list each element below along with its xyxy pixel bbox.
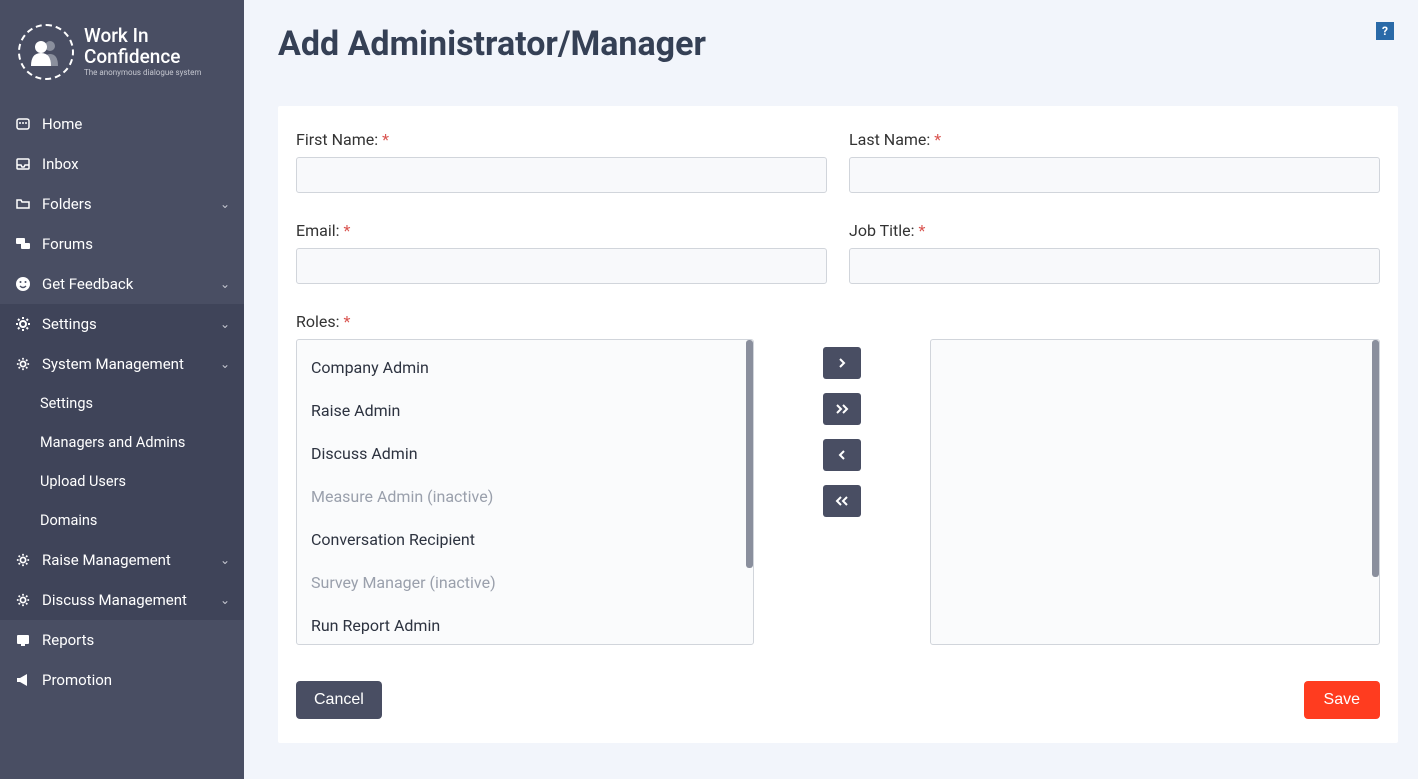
sidebar-item-label: Upload Users xyxy=(40,473,230,490)
job-title-input[interactable] xyxy=(849,248,1380,284)
logo-title-line2: Confidence xyxy=(84,47,201,68)
chevron-down-icon: ⌄ xyxy=(220,317,230,331)
role-item[interactable]: Measure Admin (inactive) xyxy=(297,475,753,518)
scrollbar[interactable] xyxy=(746,340,753,568)
sidebar-item-label: Home xyxy=(42,115,230,133)
sidebar-item-folders[interactable]: Folders ⌄ xyxy=(0,184,244,224)
sidebar-item-label: Get Feedback xyxy=(42,275,210,293)
main-content: ? Add Administrator/Manager First Name: … xyxy=(244,0,1418,779)
sidebar-item-raise-management[interactable]: Raise Management ⌄ xyxy=(0,540,244,580)
sidebar-item-label: Managers and Admins xyxy=(40,434,230,451)
logo-icon xyxy=(18,24,74,80)
sidebar-item-discuss-management[interactable]: Discuss Management ⌄ xyxy=(0,580,244,620)
role-item[interactable]: Survey Manager (inactive) xyxy=(297,561,753,604)
role-item[interactable]: Conversation Recipient xyxy=(297,518,753,561)
sidebar-item-get-feedback[interactable]: Get Feedback ⌄ xyxy=(0,264,244,304)
job-title-label: Job Title: * xyxy=(849,221,1380,240)
last-name-input[interactable] xyxy=(849,157,1380,193)
sidebar-item-settings[interactable]: Settings ⌄ xyxy=(0,304,244,344)
roles-label: Roles: * xyxy=(296,312,1380,331)
gear-icon xyxy=(14,551,32,569)
chevron-down-icon: ⌄ xyxy=(220,197,230,211)
sidebar-item-inbox[interactable]: Inbox xyxy=(0,144,244,184)
sidebar-item-label: Reports xyxy=(42,631,230,649)
move-all-right-button[interactable] xyxy=(823,393,861,425)
first-name-label: First Name: * xyxy=(296,130,827,149)
roles-available-listbox[interactable]: Company AdminRaise AdminDiscuss AdminMea… xyxy=(296,339,754,645)
chevron-down-icon: ⌄ xyxy=(220,357,230,371)
sidebar-item-label: System Management xyxy=(42,355,210,373)
cancel-button[interactable]: Cancel xyxy=(296,681,382,719)
logo-text: Work In Confidence The anonymous dialogu… xyxy=(84,26,201,79)
chevron-down-icon: ⌄ xyxy=(220,277,230,291)
inbox-icon xyxy=(14,155,32,173)
role-item[interactable]: Raise Admin xyxy=(297,389,753,432)
chevron-down-icon: ⌄ xyxy=(220,593,230,607)
sidebar-item-label: Raise Management xyxy=(42,551,210,569)
smile-icon xyxy=(14,275,32,293)
sidebar-item-promotion[interactable]: Promotion xyxy=(0,660,244,700)
sidebar-item-settings-sub[interactable]: Settings xyxy=(0,384,244,423)
role-item[interactable]: Run Report Admin xyxy=(297,604,753,645)
first-name-input[interactable] xyxy=(296,157,827,193)
sidebar-item-label: Settings xyxy=(42,315,210,333)
scrollbar[interactable] xyxy=(1372,340,1379,577)
move-left-button[interactable] xyxy=(823,439,861,471)
folder-icon xyxy=(14,195,32,213)
sidebar: Work In Confidence The anonymous dialogu… xyxy=(0,0,244,779)
sidebar-item-label: Discuss Management xyxy=(42,591,210,609)
sidebar-item-forums[interactable]: Forums xyxy=(0,224,244,264)
sidebar-item-label: Inbox xyxy=(42,155,230,173)
sidebar-item-label: Domains xyxy=(40,512,230,529)
email-label: Email: * xyxy=(296,221,827,240)
role-item[interactable]: Discuss Admin xyxy=(297,432,753,475)
page-title: Add Administrator/Manager xyxy=(278,24,1398,64)
last-name-label: Last Name: * xyxy=(849,130,1380,149)
sidebar-item-label: Folders xyxy=(42,195,210,213)
role-item[interactable]: Company Admin xyxy=(297,346,753,389)
sidebar-item-label: Forums xyxy=(42,235,230,253)
gear-icon xyxy=(14,591,32,609)
help-icon[interactable]: ? xyxy=(1376,22,1394,40)
forums-icon xyxy=(14,235,32,253)
megaphone-icon xyxy=(14,671,32,689)
gear-icon xyxy=(14,355,32,373)
move-right-button[interactable] xyxy=(823,347,861,379)
roles-selected-listbox[interactable] xyxy=(930,339,1380,645)
logo: Work In Confidence The anonymous dialogu… xyxy=(0,8,244,104)
chevron-down-icon: ⌄ xyxy=(220,553,230,567)
sidebar-item-label: Settings xyxy=(40,395,230,412)
sidebar-item-reports[interactable]: Reports xyxy=(0,620,244,660)
move-all-left-button[interactable] xyxy=(823,485,861,517)
home-icon xyxy=(14,115,32,133)
reports-icon xyxy=(14,631,32,649)
sidebar-item-upload-users[interactable]: Upload Users xyxy=(0,462,244,501)
sidebar-item-system-management[interactable]: System Management ⌄ xyxy=(0,344,244,384)
logo-subtitle: The anonymous dialogue system xyxy=(84,69,201,78)
gear-icon xyxy=(14,315,32,333)
form-card: First Name: * Last Name: * Email: * Job … xyxy=(278,106,1398,743)
email-input[interactable] xyxy=(296,248,827,284)
sidebar-item-label: Promotion xyxy=(42,671,230,689)
sidebar-item-home[interactable]: Home xyxy=(0,104,244,144)
sidebar-item-managers-admins[interactable]: Managers and Admins xyxy=(0,423,244,462)
save-button[interactable]: Save xyxy=(1304,681,1380,719)
sidebar-item-domains[interactable]: Domains xyxy=(0,501,244,540)
logo-title-line1: Work In xyxy=(84,26,201,47)
